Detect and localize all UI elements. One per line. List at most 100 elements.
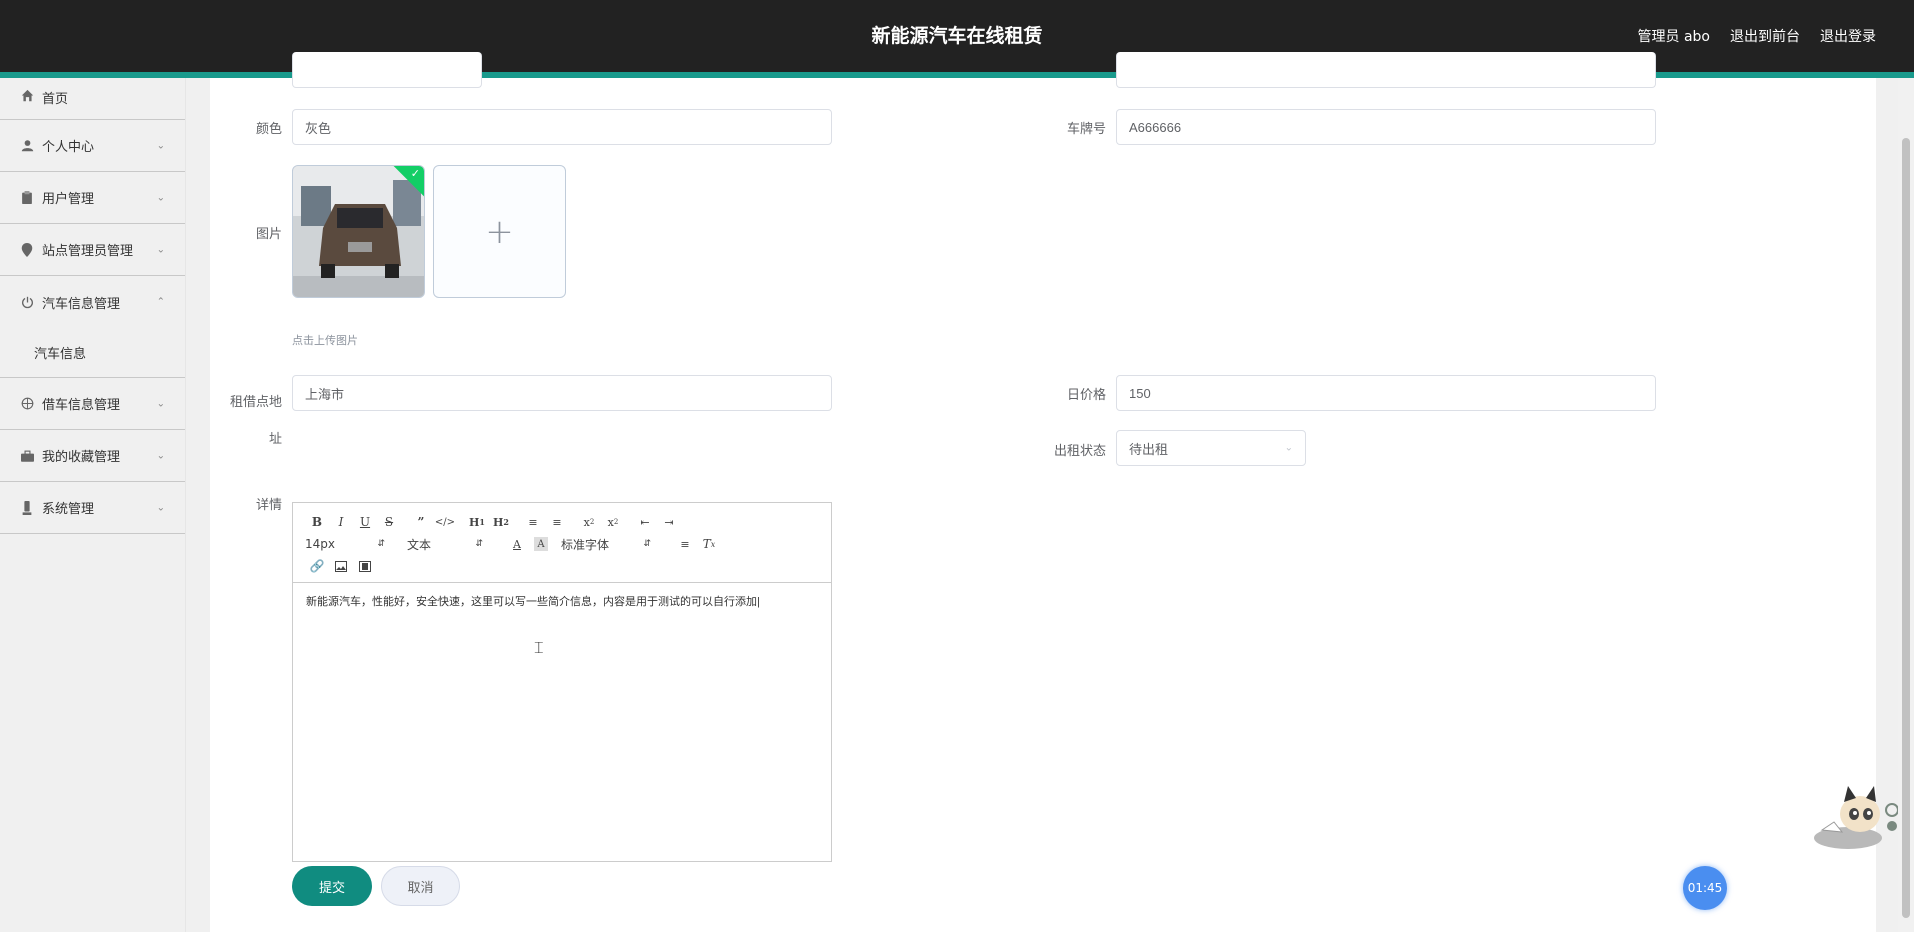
font-size-value: 14px [305, 537, 335, 551]
editor-content[interactable]: 新能源汽车，性能好，安全快速，这里可以写一些简介信息，内容是用于测试的可以自行添… [293, 583, 831, 861]
editor-toolbar: B I U S ” </> H1 H2 ≡ ≡ x2 x2 ⇤ ⇥ 14px ⇵ [293, 503, 831, 583]
chevron-down-icon: ⌄ [156, 244, 165, 255]
price-label: 日价格 [1066, 388, 1106, 403]
sidebar-item-home[interactable]: 首页 [0, 78, 185, 120]
updown-arrow-icon: ⇵ [643, 539, 651, 549]
timer-badge[interactable]: 01:45 [1683, 866, 1727, 910]
color-label: 颜色 [255, 122, 282, 137]
header-value: 文本 [407, 537, 432, 552]
italic-icon[interactable]: I [329, 512, 353, 532]
exit-to-front-link[interactable]: 退出到前台 [1730, 26, 1800, 46]
image-icon[interactable] [329, 556, 353, 576]
upload-hint: 点击上传图片 [292, 334, 358, 347]
sidebar-item-label: 我的收藏管理 [42, 450, 121, 465]
sidebar-subitem-car-info[interactable]: 汽车信息 [0, 328, 185, 378]
editor-text: 新能源汽车，性能好，安全快速，这里可以写一些简介信息，内容是用于测试的可以自行添… [306, 596, 757, 608]
location-pin-icon [20, 242, 34, 257]
chevron-up-icon: ⌃ [156, 296, 165, 308]
background-color-icon[interactable]: A [534, 537, 548, 551]
superscript-icon[interactable]: x2 [601, 512, 625, 532]
sidebar-item-profile[interactable]: 个人中心 ⌄ [0, 120, 185, 172]
scrollbar-thumb[interactable] [1902, 138, 1910, 918]
sidebar-item-label: 汽车信息管理 [42, 296, 121, 312]
chevron-down-icon: ⌄ [156, 140, 165, 151]
car-image-thumbnail[interactable]: ✓ [292, 165, 425, 298]
rich-text-editor: B I U S ” </> H1 H2 ≡ ≡ x2 x2 ⇤ ⇥ 14px ⇵ [292, 502, 832, 862]
font-family-value: 标准字体 [561, 537, 610, 552]
clipboard-icon [20, 191, 34, 205]
plate-input[interactable]: A666666 [1116, 109, 1656, 145]
home-icon [20, 88, 34, 102]
mouse-ibeam-cursor: ⌶ [534, 638, 544, 657]
chevron-down-icon: ⌄ [156, 192, 165, 203]
scrolled-input-left[interactable] [292, 52, 482, 88]
car-photo [293, 166, 424, 297]
settings-icon [20, 500, 34, 515]
link-icon[interactable]: 🔗 [305, 556, 329, 576]
mascot-widget[interactable] [1808, 780, 1900, 852]
sidebar-item-label: 借车信息管理 [42, 398, 121, 413]
sidebar-item-site-admins[interactable]: 站点管理员管理 ⌄ [0, 224, 185, 276]
font-family-select[interactable]: 标准字体 ⇵ [561, 534, 651, 554]
price-input[interactable]: 150 [1116, 375, 1656, 411]
target-icon [20, 397, 34, 411]
chevron-down-icon: ⌄ [156, 502, 165, 513]
plus-icon: + [485, 211, 514, 252]
header-select[interactable]: 文本 ⇵ [407, 534, 483, 554]
plate-label: 车牌号 [1066, 122, 1106, 137]
add-image-button[interactable]: + [433, 165, 566, 298]
address-label-line1: 租借点地 [229, 395, 282, 410]
chevron-down-icon: ⌄ [156, 450, 165, 461]
chevron-down-icon: ⌄ [156, 398, 165, 409]
updown-arrow-icon: ⇵ [475, 539, 483, 549]
sidebar-item-system[interactable]: 系统管理 ⌄ [0, 482, 185, 534]
admin-label: 管理员 abo [1637, 29, 1710, 45]
address-label: 租借点地 址 [226, 384, 282, 458]
scrolled-input-right[interactable] [1116, 52, 1656, 88]
indent-icon[interactable]: ⇥ [657, 512, 681, 532]
sidebar-item-label: 个人中心 [42, 140, 95, 155]
chevron-down-icon: ⌄ [1284, 442, 1293, 454]
address-label-line2: 址 [268, 432, 282, 447]
font-size-select[interactable]: 14px ⇵ [305, 534, 385, 554]
sidebar-item-label: 用户管理 [42, 192, 95, 207]
sidebar-item-users[interactable]: 用户管理 ⌄ [0, 172, 185, 224]
sidebar-item-favorites[interactable]: 我的收藏管理 ⌄ [0, 430, 185, 482]
ordered-list-icon[interactable]: ≡ [521, 512, 545, 532]
video-icon[interactable] [353, 556, 377, 576]
code-block-icon[interactable]: </> [433, 512, 457, 532]
color-input[interactable]: 灰色 [292, 109, 832, 145]
align-icon[interactable]: ≡ [673, 534, 697, 554]
updown-arrow-icon: ⇵ [377, 539, 385, 549]
bullet-list-icon[interactable]: ≡ [545, 512, 569, 532]
briefcase-icon [20, 449, 34, 463]
status-select[interactable]: 待出租 ⌄ [1116, 430, 1306, 466]
sidebar-item-borrow-info[interactable]: 借车信息管理 ⌄ [0, 378, 185, 430]
font-color-icon[interactable]: A [505, 534, 529, 554]
outdent-icon[interactable]: ⇤ [633, 512, 657, 532]
submit-button[interactable]: 提交 [292, 866, 372, 906]
underline-icon[interactable]: U [353, 512, 377, 532]
cancel-button[interactable]: 取消 [381, 866, 460, 906]
sidebar: 首页 个人中心 ⌄ 用户管理 ⌄ 站点管理员管理 ⌄ 汽车信息管理 ⌃ 汽车信息… [0, 78, 186, 932]
sidebar-item-label: 系统管理 [42, 502, 95, 517]
sidebar-item-car-info[interactable]: 汽车信息管理 ⌃ [0, 276, 185, 328]
user-icon [20, 139, 34, 153]
address-input[interactable]: 上海市 [292, 375, 832, 411]
strikethrough-icon[interactable]: S [377, 512, 401, 532]
subscript-icon[interactable]: x2 [577, 512, 601, 532]
text-cursor: | [757, 596, 760, 608]
page-scrollbar[interactable] [1898, 78, 1914, 932]
blockquote-icon[interactable]: ” [409, 512, 433, 532]
logout-link[interactable]: 退出登录 [1820, 26, 1876, 46]
heading1-icon[interactable]: H1 [465, 512, 489, 532]
clear-format-icon[interactable]: Tx [697, 534, 721, 554]
check-icon: ✓ [410, 167, 420, 180]
status-value: 待出租 [1129, 441, 1169, 457]
bold-icon[interactable]: B [305, 512, 329, 532]
sidebar-item-label: 站点管理员管理 [42, 244, 134, 259]
top-links: 管理员 abo 退出到前台 退出登录 [1638, 0, 1876, 72]
sidebar-item-label: 首页 [42, 92, 69, 107]
power-icon [20, 295, 34, 309]
heading2-icon[interactable]: H2 [489, 512, 513, 532]
